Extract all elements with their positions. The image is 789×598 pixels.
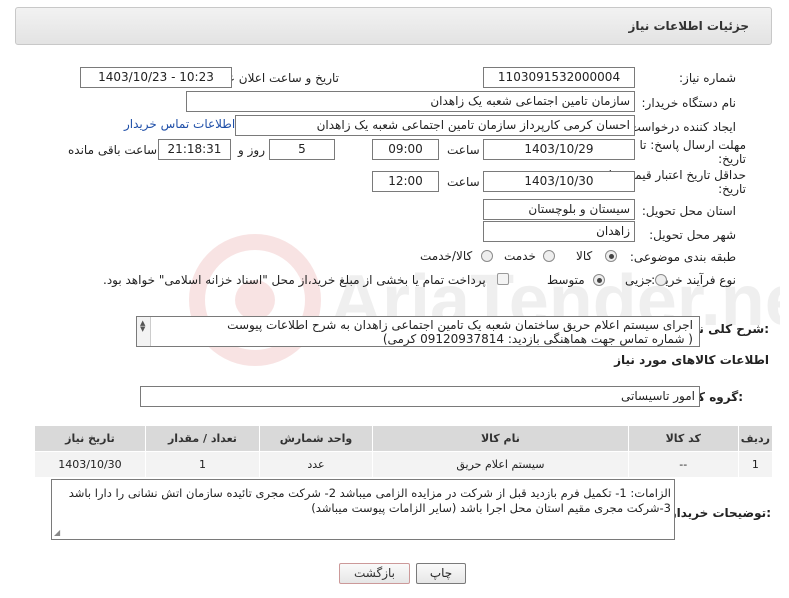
category-label: طبقه بندی موضوعی: — [629, 250, 736, 264]
col-header-need-date: تاریخ نیاز — [34, 425, 146, 452]
goods-table-header-row: ردیف کد کالا نام کالا واحد شمارش تعداد /… — [34, 425, 774, 452]
buyer-org-label: نام دستگاه خریدار: — [641, 96, 737, 110]
table-row[interactable]: 1 -- سیستم اعلام حریق عدد 1 1403/10/30 — [34, 451, 774, 478]
description-textarea[interactable]: اجرای سیستم اعلام حریق ساختمان شعبه یک ت… — [136, 316, 700, 347]
province-field[interactable]: سیستان و بلوچستان — [483, 199, 635, 220]
price-validity-time-label: ساعت — [447, 175, 480, 189]
description-line-1: اجرای سیستم اعلام حریق ساختمان شعبه یک ت… — [227, 318, 693, 332]
cell-row-number: 1 — [737, 451, 774, 478]
process-option-minor: جزیی — [625, 273, 653, 287]
cell-item-name: سیستم اعلام حریق — [372, 451, 629, 478]
cell-item-code: -- — [627, 451, 739, 478]
deadline-date-field[interactable]: 1403/10/29 — [483, 139, 635, 160]
col-header-unit: واحد شمارش — [259, 425, 373, 452]
price-validity-label-date: تاریخ: — [718, 182, 746, 196]
price-validity-date-field[interactable]: 1403/10/30 — [483, 171, 635, 192]
buyer-notes-textarea[interactable]: الزامات: 1- تکمیل فرم بازدید قبل از شرکت… — [51, 479, 675, 540]
description-line-2: ( شماره تماس جهت هماهنگی بازدید: 0912093… — [382, 332, 693, 346]
col-header-item-code: کد کالا — [627, 425, 739, 452]
treasury-payment-note: پرداخت تمام یا بخشی از مبلغ خرید،از محل … — [103, 273, 486, 287]
back-button[interactable]: بازگشت — [339, 563, 410, 584]
goods-group-field[interactable]: امور تاسیساتی — [140, 386, 700, 407]
goods-table: ردیف کد کالا نام کالا واحد شمارش تعداد /… — [34, 425, 774, 478]
remaining-days-field[interactable]: 5 — [269, 139, 335, 160]
buyer-org-field[interactable]: سازمان تامین اجتماعی شعبه یک زاهدان — [186, 91, 635, 112]
province-label: استان محل تحویل: — [641, 204, 736, 218]
city-field[interactable]: زاهدان — [483, 221, 635, 242]
treasury-payment-checkbox[interactable] — [497, 273, 509, 285]
col-header-item-name: نام کالا — [372, 425, 629, 452]
deadline-label: مهلت ارسال پاسخ: تا — [639, 138, 746, 152]
remaining-time-field[interactable]: 21:18:31 — [158, 139, 231, 160]
category-radio-service[interactable] — [543, 250, 555, 262]
deadline-label-date: تاریخ: — [718, 152, 746, 166]
category-option-goods-service: کالا/خدمت — [420, 249, 473, 263]
cell-need-date: 1403/10/30 — [34, 451, 146, 478]
city-label: شهر محل تحویل: — [649, 228, 736, 242]
col-header-quantity: تعداد / مقدار — [144, 425, 261, 452]
page-title: جزئیات اطلاعات نیاز — [628, 19, 749, 33]
category-radio-goods-service[interactable] — [481, 250, 493, 262]
cell-unit: عدد — [259, 451, 373, 478]
page-header: جزئیات اطلاعات نیاز — [15, 7, 772, 45]
remaining-time-label: ساعت باقی مانده — [68, 143, 158, 157]
process-radio-medium[interactable] — [593, 274, 605, 286]
category-radio-goods[interactable] — [605, 250, 617, 262]
scroll-down-icon[interactable]: ▼ — [140, 325, 145, 333]
category-option-service: خدمت — [504, 249, 536, 263]
buyer-contact-link[interactable]: اطلاعات تماس خریدار — [124, 117, 235, 131]
deadline-time-label: ساعت — [447, 143, 480, 157]
need-number-field[interactable]: 1103091532000004 — [483, 67, 635, 88]
description-scrollbar[interactable]: ▲ ▼ — [137, 317, 151, 346]
deadline-time-field[interactable]: 09:00 — [372, 139, 439, 160]
col-header-row-number: ردیف — [737, 425, 774, 452]
creator-label: ایجاد کننده درخواست: — [625, 120, 736, 134]
process-radio-minor[interactable] — [655, 274, 667, 286]
days-label: روز و — [238, 143, 265, 157]
need-number-label: شماره نیاز: — [679, 71, 736, 85]
process-option-medium: متوسط — [547, 273, 585, 287]
cell-quantity: 1 — [144, 451, 261, 478]
goods-section-title: اطلاعات کالاهای مورد نیاز — [614, 353, 769, 367]
buyer-notes-line-2: 3-شرکت مجری مقیم استان محل اجرا باشد (سا… — [311, 501, 671, 515]
buyer-notes-line-1: الزامات: 1- تکمیل فرم بازدید قبل از شرکت… — [68, 486, 671, 500]
category-option-goods: کالا — [576, 249, 593, 263]
print-button[interactable]: چاپ — [416, 563, 466, 584]
buyer-notes-label: توضیحات خریدار: — [669, 506, 771, 520]
price-validity-time-field[interactable]: 12:00 — [372, 171, 439, 192]
announce-datetime-field[interactable]: 1403/10/23 - 10:23 — [80, 67, 232, 88]
creator-field[interactable]: احسان کرمی کارپرداز سازمان تامین اجتماعی… — [235, 115, 635, 136]
resize-handle-icon[interactable]: ◢ — [54, 528, 60, 537]
